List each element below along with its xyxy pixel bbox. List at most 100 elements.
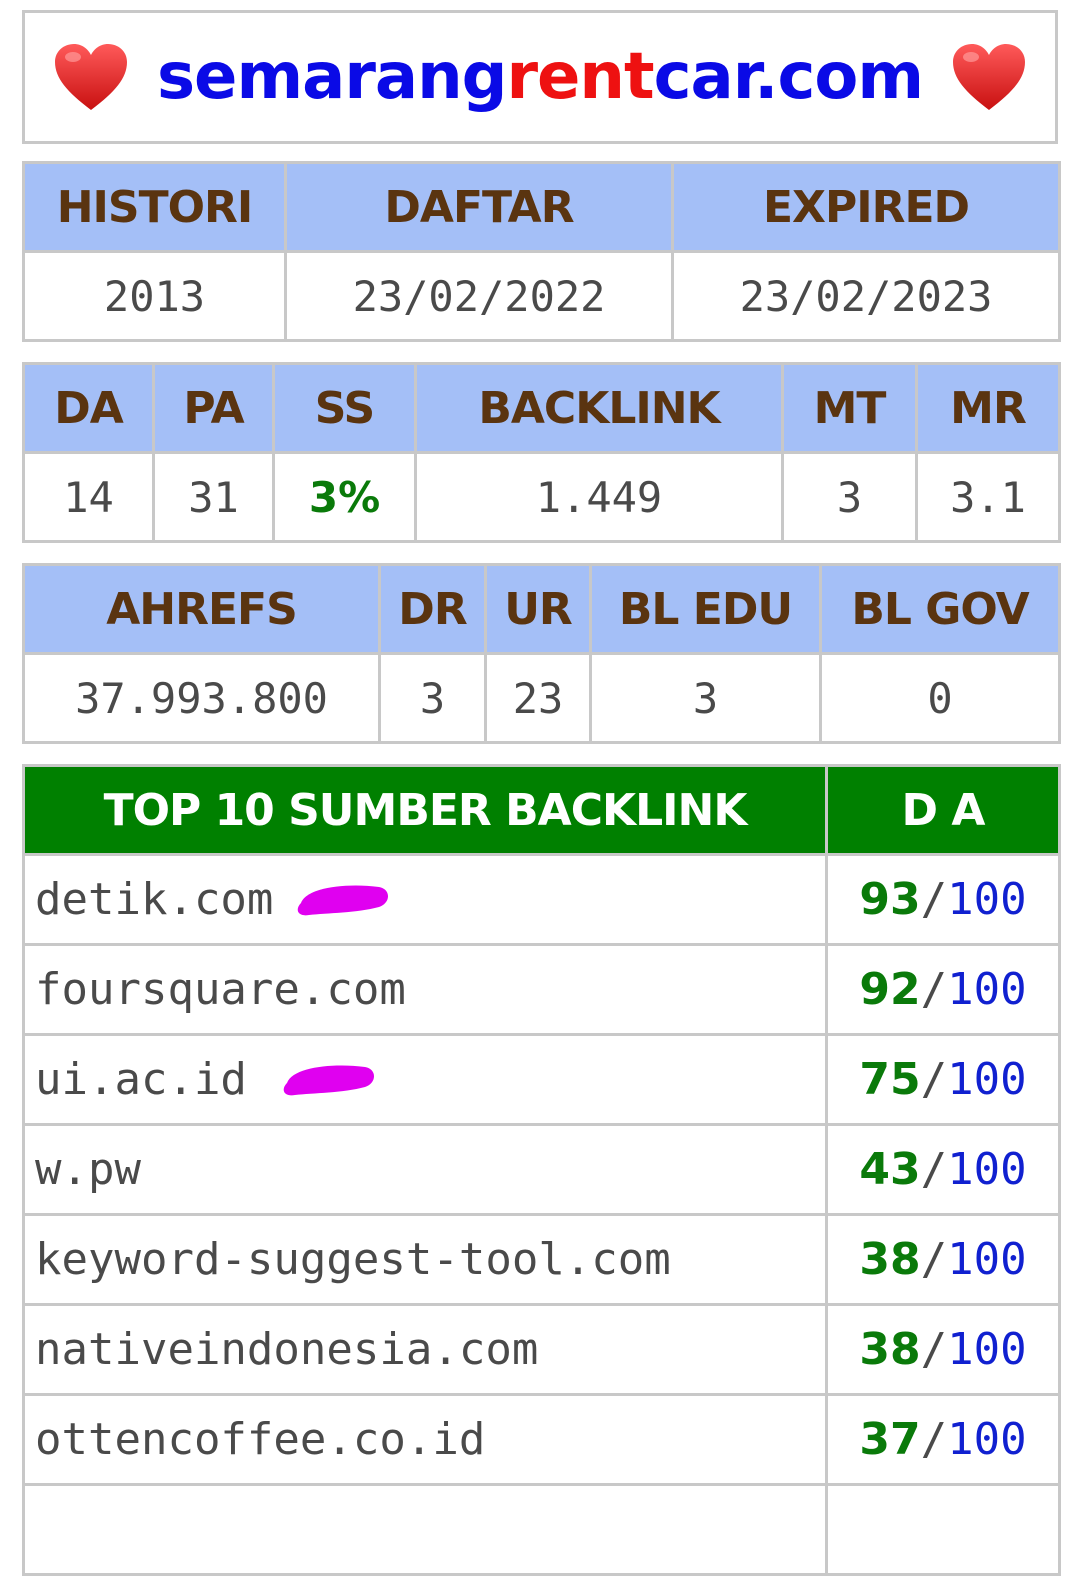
pa-value: 31 bbox=[152, 451, 275, 543]
bl-gov-value: 0 bbox=[819, 652, 1061, 744]
backlink-domain-label: foursquare.com bbox=[35, 964, 406, 1015]
table-row: w.pw 43/100 bbox=[22, 1123, 1061, 1216]
backlink-domain-label: detik.com bbox=[35, 874, 274, 925]
backlink-da-score: 37/100 bbox=[825, 1393, 1061, 1486]
column-header-da: D A bbox=[825, 764, 1061, 856]
backlink-da-score: 93/100 bbox=[825, 853, 1061, 946]
backlink-domain[interactable]: ottencoffee.co.id bbox=[22, 1393, 828, 1486]
table-header-row: DA PA SS BACKLINK MT MR bbox=[22, 362, 1061, 454]
da-score-separator: / bbox=[920, 964, 948, 1015]
backlink-domain-label: ui.ac.id bbox=[35, 1054, 247, 1105]
table-row: 14 31 3% 1.449 3 3.1 bbox=[22, 451, 1061, 543]
site-title-part: rent bbox=[506, 40, 654, 114]
da-score-max: 100 bbox=[947, 1324, 1027, 1375]
backlink-da-score: 43/100 bbox=[825, 1123, 1061, 1216]
backlink-domain-label: keyword-suggest-tool.com bbox=[35, 1234, 671, 1285]
da-score-separator: / bbox=[920, 1324, 948, 1375]
column-header-source: TOP 10 SUMBER BACKLINK bbox=[22, 764, 828, 856]
backlink-domain[interactable]: ui.ac.id bbox=[22, 1033, 828, 1126]
ahrefs-metrics-table: AHREFS DR UR BL EDU BL GOV 37.993.800 3 … bbox=[22, 563, 1061, 744]
heart-icon bbox=[54, 44, 127, 110]
da-value: 14 bbox=[22, 451, 155, 543]
column-header-mr: MR bbox=[915, 362, 1061, 454]
table-row: ui.ac.id 75/100 bbox=[22, 1033, 1061, 1126]
backlink-da-score: 38/100 bbox=[825, 1303, 1061, 1396]
backlink-value: 1.449 bbox=[414, 451, 784, 543]
site-title[interactable]: semarangrentcar.com bbox=[157, 45, 924, 109]
ur-value: 23 bbox=[484, 652, 592, 744]
da-score-max: 100 bbox=[947, 1234, 1027, 1285]
column-header-ahrefs: AHREFS bbox=[22, 563, 381, 655]
backlink-domain[interactable]: keyword-suggest-tool.com bbox=[22, 1213, 828, 1306]
da-score-max: 100 bbox=[947, 1144, 1027, 1195]
table-row: detik.com 93/100 bbox=[22, 853, 1061, 946]
da-score-value: 93 bbox=[859, 874, 921, 925]
da-score-value: 43 bbox=[859, 1144, 921, 1195]
column-header-dr: DR bbox=[378, 563, 487, 655]
column-header-pa: PA bbox=[152, 362, 275, 454]
highlight-mark bbox=[283, 1065, 374, 1096]
backlink-domain-label: w.pw bbox=[35, 1144, 141, 1195]
backlink-da-score: 38/100 bbox=[825, 1213, 1061, 1306]
moz-metrics-table: DA PA SS BACKLINK MT MR 14 31 3% 1.449 3… bbox=[22, 362, 1061, 543]
da-score-value: 75 bbox=[859, 1054, 921, 1105]
column-header-da: DA bbox=[22, 362, 155, 454]
ss-value: 3% bbox=[272, 451, 417, 543]
column-header-mt: MT bbox=[781, 362, 918, 454]
table-row: nativeindonesia.com 38/100 bbox=[22, 1303, 1061, 1396]
da-score-max: 100 bbox=[947, 874, 1027, 925]
da-score-max: 100 bbox=[947, 964, 1027, 1015]
da-score-value: 38 bbox=[859, 1234, 921, 1285]
backlink-domain-label: nativeindonesia.com bbox=[35, 1324, 539, 1375]
daftar-value: 23/02/2022 bbox=[284, 250, 674, 342]
table-row: foursquare.com 92/100 bbox=[22, 943, 1061, 1036]
backlink-domain[interactable]: nativeindonesia.com bbox=[22, 1303, 828, 1396]
table-row: ottencoffee.co.id 37/100 bbox=[22, 1393, 1061, 1486]
da-score-separator: / bbox=[920, 1234, 948, 1285]
table-header-row: HISTORI DAFTAR EXPIRED bbox=[22, 161, 1061, 253]
site-header: semarangrentcar.com bbox=[22, 10, 1058, 144]
mr-value: 3.1 bbox=[915, 451, 1061, 543]
column-header-ur: UR bbox=[484, 563, 592, 655]
domain-info-table: HISTORI DAFTAR EXPIRED 2013 23/02/2022 2… bbox=[22, 161, 1061, 342]
backlink-sources-table: TOP 10 SUMBER BACKLINK D A detik.com 93/1… bbox=[22, 764, 1061, 1576]
backlink-domain[interactable]: foursquare.com bbox=[22, 943, 828, 1036]
column-header-bl-edu: BL EDU bbox=[589, 563, 822, 655]
site-title-part: semarang bbox=[156, 40, 507, 114]
da-score-max: 100 bbox=[947, 1414, 1027, 1465]
table-row: 2013 23/02/2022 23/02/2023 bbox=[22, 250, 1061, 342]
bl-edu-value: 3 bbox=[589, 652, 822, 744]
backlink-da-score: 75/100 bbox=[825, 1033, 1061, 1126]
column-header-ss: SS bbox=[272, 362, 417, 454]
histori-value: 2013 bbox=[22, 250, 287, 342]
da-score-separator: / bbox=[920, 1054, 948, 1105]
backlink-da-score bbox=[825, 1483, 1061, 1576]
heart-icon bbox=[953, 44, 1026, 110]
dr-value: 3 bbox=[378, 652, 487, 744]
highlight-mark bbox=[297, 885, 388, 916]
column-header-daftar: DAFTAR bbox=[284, 161, 674, 253]
backlink-domain[interactable] bbox=[22, 1483, 828, 1576]
backlink-da-score: 92/100 bbox=[825, 943, 1061, 1036]
da-score-value: 38 bbox=[859, 1324, 921, 1375]
backlink-domain[interactable]: w.pw bbox=[22, 1123, 828, 1216]
table-header-row: TOP 10 SUMBER BACKLINK D A bbox=[22, 764, 1061, 856]
column-header-expired: EXPIRED bbox=[671, 161, 1061, 253]
da-score-separator: / bbox=[920, 1414, 948, 1465]
da-score-value: 37 bbox=[859, 1414, 921, 1465]
table-row: 37.993.800 3 23 3 0 bbox=[22, 652, 1061, 744]
mt-value: 3 bbox=[781, 451, 918, 543]
table-header-row: AHREFS DR UR BL EDU BL GOV bbox=[22, 563, 1061, 655]
da-score-separator: / bbox=[920, 1144, 948, 1195]
expired-value: 23/02/2023 bbox=[671, 250, 1061, 342]
site-title-part: car.com bbox=[653, 40, 924, 114]
da-score-max: 100 bbox=[947, 1054, 1027, 1105]
column-header-histori: HISTORI bbox=[22, 161, 287, 253]
column-header-backlink: BACKLINK bbox=[414, 362, 784, 454]
ahrefs-value: 37.993.800 bbox=[22, 652, 381, 744]
backlink-domain[interactable]: detik.com bbox=[22, 853, 828, 946]
da-score-separator: / bbox=[920, 874, 948, 925]
backlink-domain-label: ottencoffee.co.id bbox=[35, 1414, 486, 1465]
table-row bbox=[22, 1483, 1061, 1576]
da-score-value: 92 bbox=[859, 964, 921, 1015]
